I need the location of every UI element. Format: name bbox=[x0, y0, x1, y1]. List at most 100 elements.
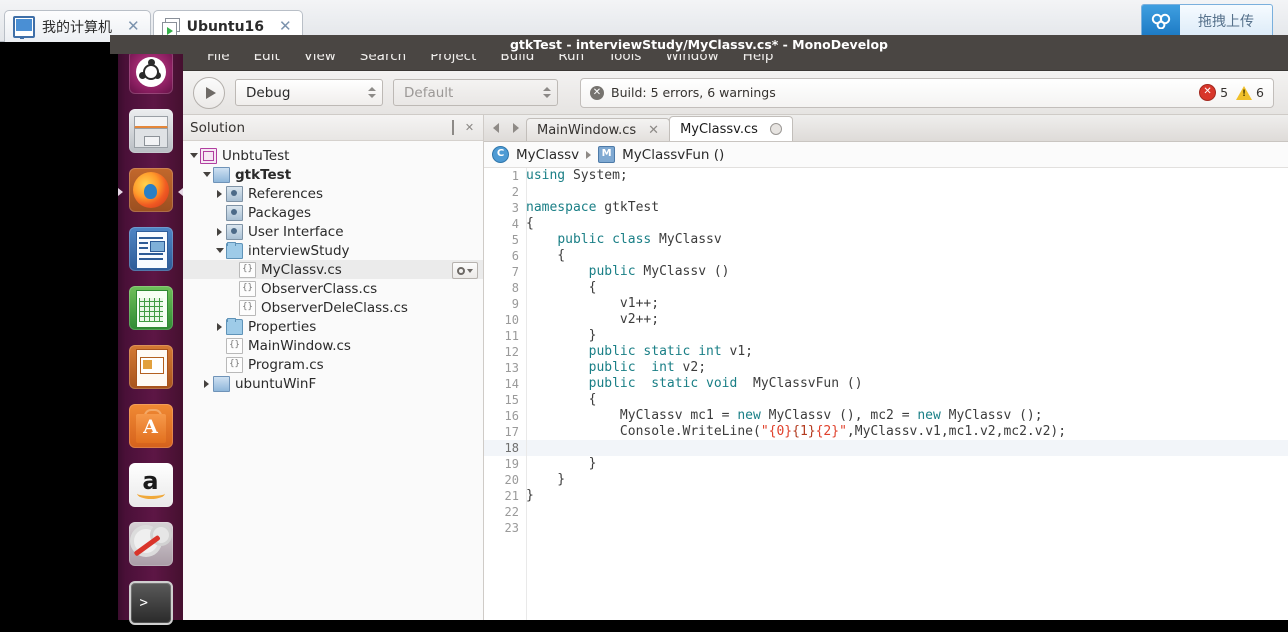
code-line[interactable]: 3 namespace gtkTest bbox=[484, 200, 1288, 216]
tree-item-gtktest[interactable]: gtkTest bbox=[183, 165, 483, 184]
launcher-item-system-settings[interactable] bbox=[118, 514, 183, 573]
tree-item-label: MyClassv.cs bbox=[261, 261, 342, 278]
line-number: 9 bbox=[511, 297, 519, 311]
amazon-icon: a bbox=[128, 462, 173, 507]
tree-item-user-interface[interactable]: User Interface bbox=[183, 222, 483, 241]
breadcrumb-member[interactable]: MyClassvFun () bbox=[622, 147, 724, 163]
tree-item-properties[interactable]: Properties bbox=[183, 317, 483, 336]
editor-tab-modified-icon[interactable] bbox=[769, 123, 782, 135]
tree-item-label: User Interface bbox=[248, 223, 344, 240]
workspace: Solution ✕ UnbtuTest gtkTest References Pac… bbox=[183, 115, 1288, 620]
csharp-file-icon: {} bbox=[239, 299, 256, 316]
code-line[interactable]: 13 public int v2; bbox=[484, 360, 1288, 376]
terminal-icon: > bbox=[128, 580, 173, 625]
twisty-expanded-icon[interactable] bbox=[187, 153, 200, 158]
tree-item-mainwindow-cs[interactable]: {} MainWindow.cs bbox=[183, 336, 483, 355]
code-line[interactable]: 4{ bbox=[484, 216, 1288, 232]
code-line[interactable]: 14 public static void MyClassvFun () bbox=[484, 376, 1288, 392]
tree-item-label: ObserverClass.cs bbox=[261, 280, 378, 297]
launcher-item-libreoffice-impress[interactable] bbox=[118, 337, 183, 396]
editor-tab-label: MyClassv.cs bbox=[680, 121, 758, 137]
code-line[interactable]: 22 bbox=[484, 504, 1288, 520]
twisty-collapsed-icon[interactable] bbox=[213, 227, 226, 236]
close-pad-icon[interactable]: ✕ bbox=[463, 121, 476, 134]
browser-tab-label: 我的计算机 bbox=[42, 19, 112, 36]
browser-tab-close-icon[interactable]: ✕ bbox=[127, 19, 140, 34]
gear-icon bbox=[457, 266, 465, 275]
tree-item-observerclass-cs[interactable]: {} ObserverClass.cs bbox=[183, 279, 483, 298]
tree-item-options-button[interactable] bbox=[452, 262, 478, 279]
chevron-updown-icon bbox=[368, 87, 376, 98]
code-line[interactable]: 20 } bbox=[484, 472, 1288, 488]
chevron-updown-icon bbox=[543, 87, 551, 98]
browser-tab-close-icon[interactable]: ✕ bbox=[279, 19, 292, 34]
build-status-bar[interactable]: ✕ Build: 5 errors, 6 warnings ✕ 5 6 bbox=[580, 77, 1274, 108]
code-line-text: { bbox=[526, 280, 597, 295]
launcher-item-files[interactable] bbox=[118, 101, 183, 160]
warning-count: 6 bbox=[1256, 85, 1264, 100]
twisty-collapsed-icon[interactable] bbox=[213, 322, 226, 331]
launcher-item-firefox[interactable] bbox=[118, 160, 183, 219]
twisty-expanded-icon[interactable] bbox=[200, 172, 213, 177]
tree-item-interviewstudy[interactable]: interviewStudy bbox=[183, 241, 483, 260]
drag-upload-button[interactable]: 拖拽上传 bbox=[1141, 4, 1273, 38]
minimize-pad-icon[interactable] bbox=[446, 120, 459, 135]
solution-tree[interactable]: UnbtuTest gtkTest References Packages User I… bbox=[183, 141, 483, 620]
code-line[interactable]: 21} bbox=[484, 488, 1288, 504]
chevron-left-icon[interactable] bbox=[486, 114, 506, 141]
code-line[interactable]: 8 { bbox=[484, 280, 1288, 296]
line-number: 7 bbox=[511, 265, 519, 279]
line-number: 13 bbox=[504, 361, 519, 375]
twisty-collapsed-icon[interactable] bbox=[200, 379, 213, 388]
libreoffice-impress-icon bbox=[128, 344, 173, 389]
error-count-badge[interactable]: ✕ 5 bbox=[1199, 84, 1228, 101]
editor-tab-close-icon[interactable]: ✕ bbox=[648, 124, 659, 137]
tree-item-packages[interactable]: Packages bbox=[183, 203, 483, 222]
code-line[interactable]: 7 public MyClassv () bbox=[484, 264, 1288, 280]
tree-item-unbtutest[interactable]: UnbtuTest bbox=[183, 146, 483, 165]
code-line[interactable]: 11 } bbox=[484, 328, 1288, 344]
code-line[interactable]: 17 Console.WriteLine("{0}{1}{2}",MyClass… bbox=[484, 424, 1288, 440]
code-line[interactable]: 12 public static int v1; bbox=[484, 344, 1288, 360]
code-line[interactable]: 1 using System; bbox=[484, 168, 1288, 184]
launcher-item-libreoffice-calc[interactable] bbox=[118, 278, 183, 337]
solution-pad: Solution ✕ UnbtuTest gtkTest References Pac… bbox=[183, 115, 484, 620]
code-line[interactable]: 9 v1++; bbox=[484, 296, 1288, 312]
code-line[interactable]: 10 v2++; bbox=[484, 312, 1288, 328]
terminal-glyph: > bbox=[139, 594, 148, 611]
platform-select[interactable]: Default bbox=[393, 79, 558, 106]
line-number: 23 bbox=[504, 521, 519, 535]
code-line[interactable]: 19 } bbox=[484, 456, 1288, 472]
code-line[interactable]: 23 bbox=[484, 520, 1288, 536]
twisty-expanded-icon[interactable] bbox=[213, 248, 226, 253]
tree-item-program-cs[interactable]: {} Program.cs bbox=[183, 355, 483, 374]
launcher-item-amazon[interactable]: a bbox=[118, 455, 183, 514]
code-line[interactable]: 2 bbox=[484, 184, 1288, 200]
launcher-item-ubuntu-software[interactable]: A bbox=[118, 396, 183, 455]
twisty-collapsed-icon[interactable] bbox=[213, 189, 226, 198]
code-editor[interactable]: 1 using System; 2 3 namespace gtkTest 4{5 pub… bbox=[484, 168, 1288, 620]
code-line[interactable]: 5 public class MyClassv bbox=[484, 232, 1288, 248]
code-line[interactable]: 15 { bbox=[484, 392, 1288, 408]
breadcrumb-class[interactable]: MyClassv bbox=[516, 147, 579, 163]
configuration-select[interactable]: Debug bbox=[235, 79, 383, 106]
run-button[interactable] bbox=[193, 76, 225, 109]
code-line[interactable]: 16 MyClassv mc1 = new MyClassv (), mc2 =… bbox=[484, 408, 1288, 424]
tree-item-observerdeleclass-cs[interactable]: {} ObserverDeleClass.cs bbox=[183, 298, 483, 317]
tree-item-label: MainWindow.cs bbox=[248, 337, 351, 354]
code-line-text: } bbox=[526, 328, 597, 343]
tree-item-ubuntuwinf[interactable]: ubuntuWinF bbox=[183, 374, 483, 393]
code-line[interactable]: 18 bbox=[484, 440, 1288, 456]
code-line-text: } bbox=[526, 488, 534, 503]
tree-item-myclassv-cs[interactable]: {} MyClassv.cs bbox=[183, 260, 483, 279]
editor-tab-myclassv[interactable]: MyClassv.cs bbox=[669, 116, 793, 141]
launcher-item-terminal[interactable]: > bbox=[118, 573, 183, 632]
tree-item-label: ubuntuWinF bbox=[235, 375, 317, 392]
code-line[interactable]: 6 { bbox=[484, 248, 1288, 264]
editor-tab-mainwindow[interactable]: MainWindow.cs ✕ bbox=[526, 118, 671, 141]
launcher-item-libreoffice-writer[interactable] bbox=[118, 219, 183, 278]
warning-count-badge[interactable]: 6 bbox=[1236, 85, 1264, 100]
chevron-right-icon[interactable] bbox=[506, 114, 526, 141]
line-number: 14 bbox=[504, 377, 519, 391]
tree-item-references[interactable]: References bbox=[183, 184, 483, 203]
